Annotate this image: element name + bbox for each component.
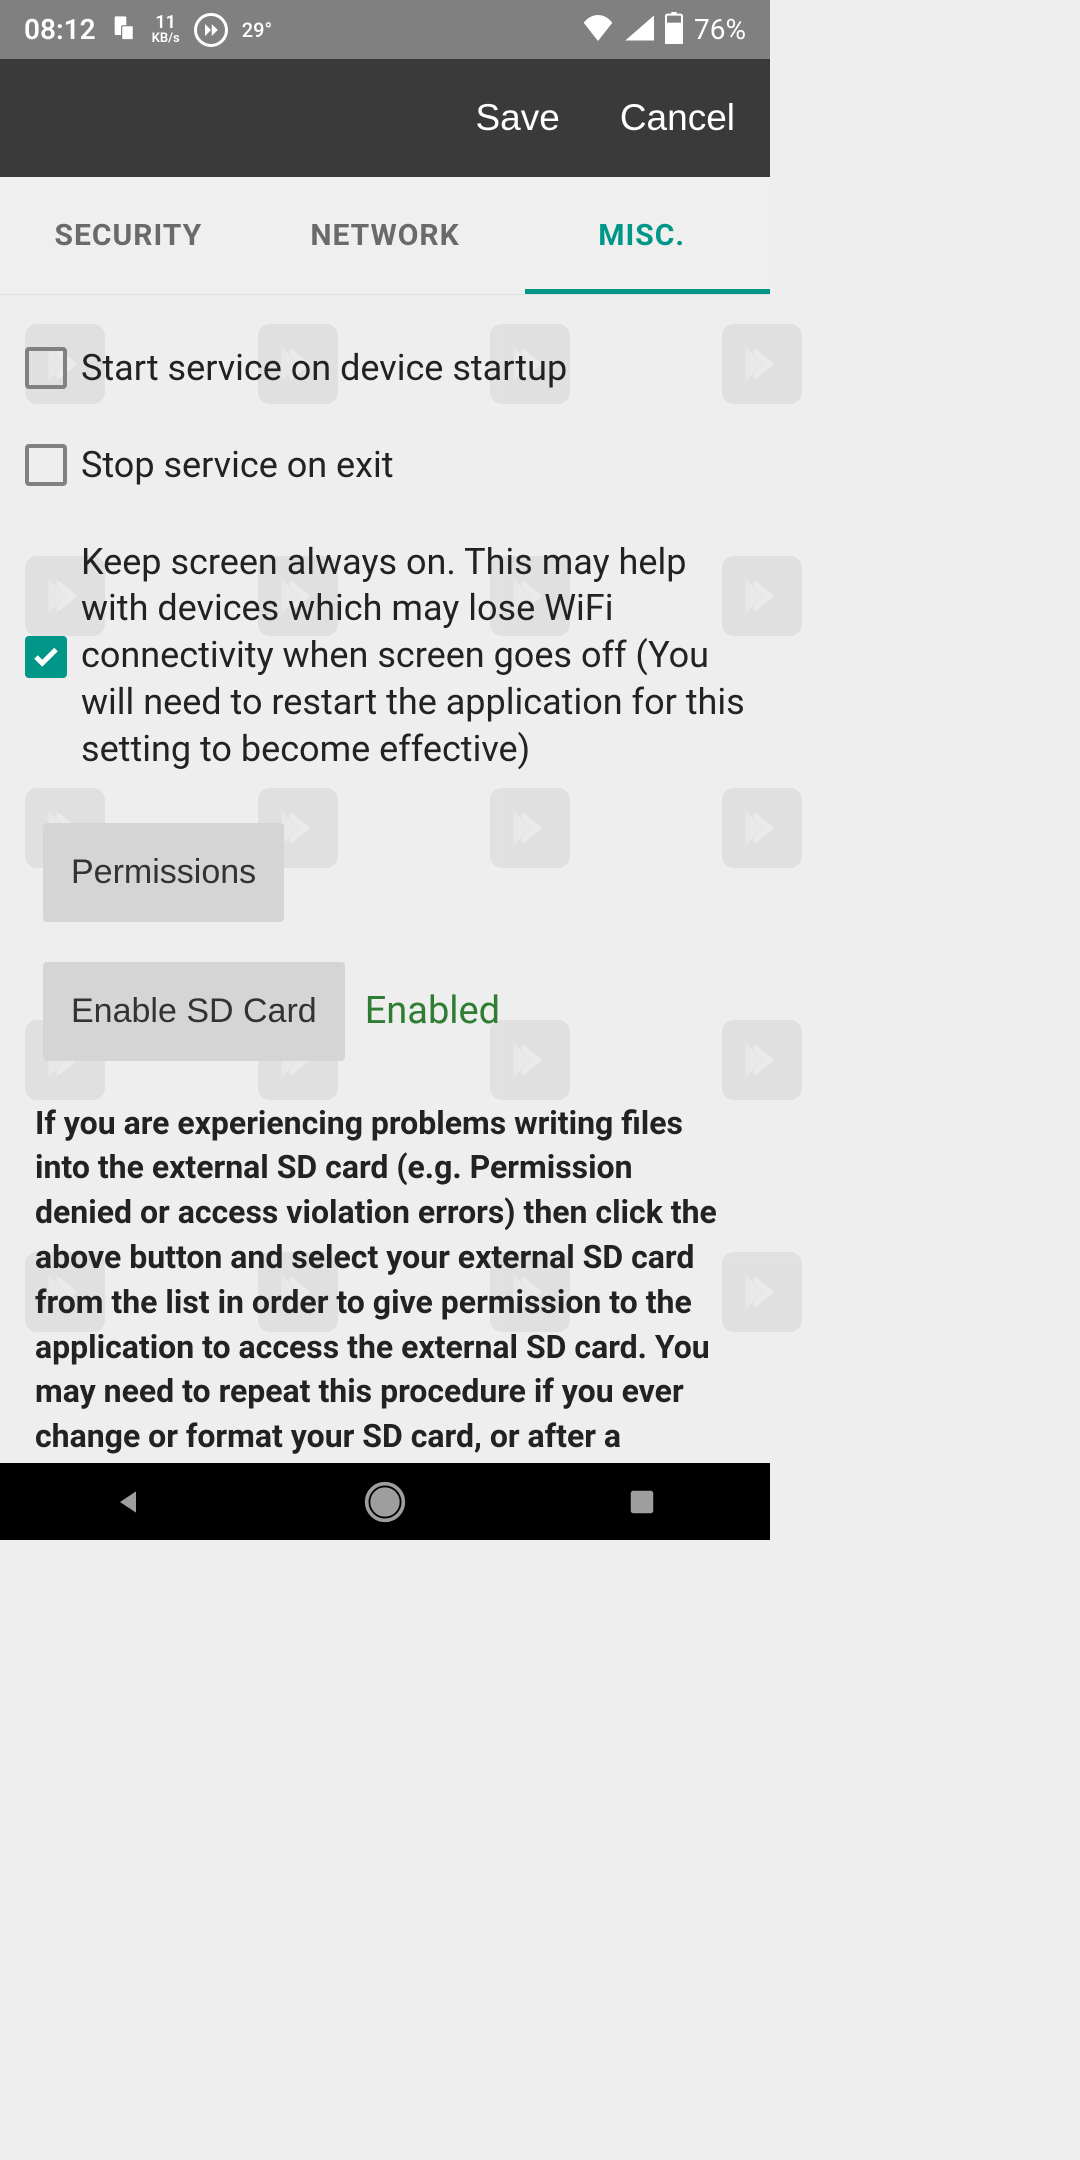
tab-misc[interactable]: MISC. [513, 177, 770, 294]
checkbox-keep-screen[interactable] [25, 636, 67, 678]
status-time: 08:12 [24, 13, 96, 46]
network-speed: 11 KB/s [152, 14, 180, 45]
sd-status: Enabled [365, 989, 500, 1033]
checkbox-stop-exit[interactable] [25, 444, 67, 486]
tab-security[interactable]: SECURITY [0, 177, 257, 294]
action-bar: Save Cancel [0, 59, 770, 177]
tab-label: SECURITY [54, 218, 202, 253]
checkbox-startup[interactable] [25, 347, 67, 389]
fast-forward-icon [194, 13, 228, 47]
nav-back-button[interactable] [106, 1480, 150, 1524]
setting-keep-screen[interactable]: Keep screen always on. This may help wit… [25, 539, 745, 773]
setting-label: Stop service on exit [81, 442, 394, 489]
tab-network[interactable]: NETWORK [257, 177, 514, 294]
temperature: 29° [242, 18, 272, 42]
tab-label: MISC. [598, 218, 685, 253]
permissions-button[interactable]: Permissions [43, 823, 284, 922]
status-bar: 08:12 11 KB/s 29° 76% [0, 0, 770, 59]
wifi-icon [582, 15, 614, 45]
signal-icon [624, 15, 654, 45]
nav-home-button[interactable] [363, 1480, 407, 1524]
setting-stop-exit[interactable]: Stop service on exit [25, 442, 745, 489]
tab-bar: SECURITY NETWORK MISC. [0, 177, 770, 295]
tab-label: NETWORK [310, 218, 459, 253]
setting-label: Start service on device startup [81, 345, 567, 392]
battery-icon [664, 12, 684, 48]
nav-recent-button[interactable] [620, 1480, 664, 1524]
setting-label: Keep screen always on. This may help wit… [81, 539, 745, 773]
battery-percentage: 76% [694, 13, 746, 46]
sim-icon [110, 14, 138, 46]
help-text: If you are experiencing problems writing… [35, 1101, 735, 1504]
cancel-button[interactable]: Cancel [620, 97, 735, 139]
navigation-bar [0, 1463, 770, 1540]
enable-sd-button[interactable]: Enable SD Card [43, 962, 345, 1061]
save-button[interactable]: Save [475, 97, 559, 139]
setting-startup[interactable]: Start service on device startup [25, 345, 745, 392]
settings-content: Start service on device startup Stop ser… [0, 295, 770, 1524]
